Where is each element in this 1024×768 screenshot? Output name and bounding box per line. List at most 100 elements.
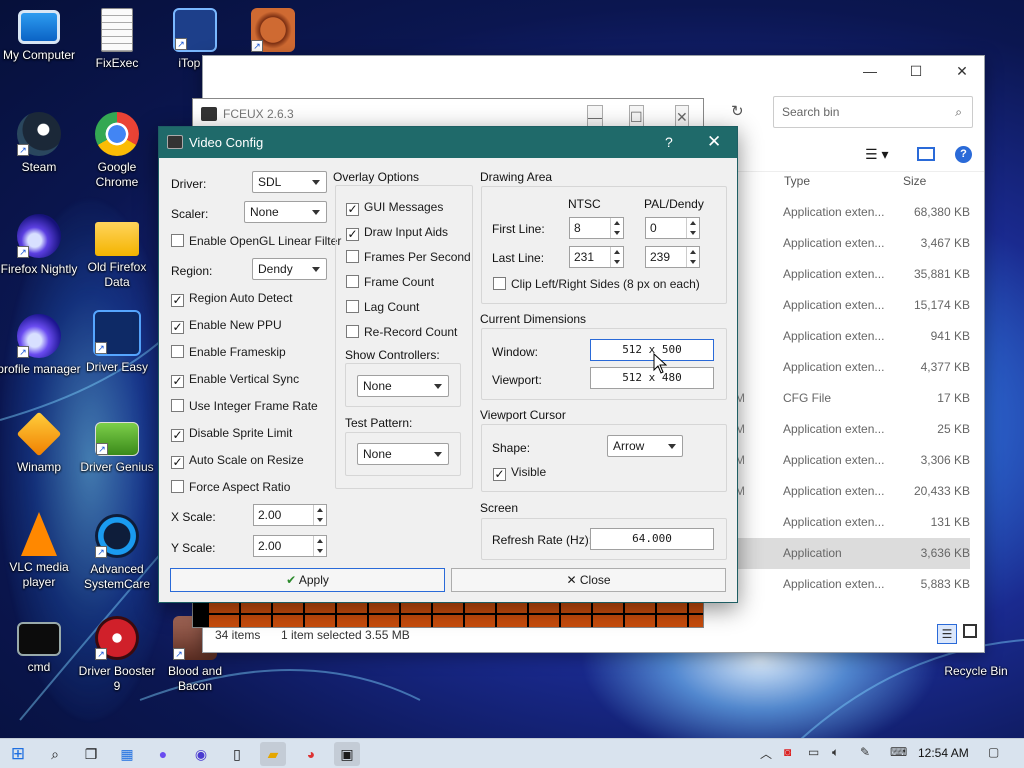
fceux-taskbar-icon[interactable]: ▣ — [334, 742, 360, 766]
spin-arrows-icon[interactable] — [610, 247, 623, 267]
xscale-spinbox[interactable]: 2.00 — [253, 504, 327, 526]
test-pattern-select[interactable]: None — [357, 443, 449, 465]
show-controllers-select[interactable]: None — [357, 375, 449, 397]
camera-off-icon[interactable]: ◙ — [784, 745, 791, 759]
close-button[interactable]: ✕ Close — [451, 568, 726, 592]
yscale-spinbox[interactable]: 2.00 — [253, 535, 327, 557]
desktop-icon-recycle-bin[interactable]: Recycle Bin — [934, 664, 1018, 679]
desktop-icon-chrome[interactable]: Google Chrome — [75, 112, 159, 190]
desktop-icon-cmd[interactable]: cmd — [0, 616, 81, 675]
desktop-icon-winamp[interactable]: Winamp — [0, 411, 81, 475]
desktop-icon-vlc[interactable]: VLC media player — [0, 512, 81, 590]
first-line-ntsc-spinbox[interactable]: 8 — [569, 217, 624, 239]
file-explorer-taskbar-icon[interactable]: ▰ — [260, 742, 286, 766]
search-input[interactable]: Search bin ⌕ — [773, 96, 973, 128]
table-row[interactable]: Application exten... 5,883 KB — [773, 569, 970, 600]
desktop-icon-old-firefox-data[interactable]: Old Firefox Data — [75, 214, 159, 290]
chrome-taskbar-icon[interactable]: ◕ — [298, 742, 324, 766]
scaler-select[interactable]: None — [244, 201, 327, 223]
keyboard-icon[interactable]: ⌨ — [890, 745, 907, 759]
spin-arrows-icon[interactable] — [313, 536, 326, 556]
task-view-icon[interactable]: ❐ — [78, 742, 104, 766]
option-checkbox[interactable]: Frames Per Second — [346, 250, 471, 264]
table-row[interactable]: M Application exten... 25 KB — [735, 414, 970, 445]
taskbar-clock[interactable]: 12:54 AM — [918, 746, 969, 760]
details-view-icon[interactable]: ☰ — [937, 624, 957, 644]
option-checkbox[interactable]: Use Integer Frame Rate — [171, 399, 318, 413]
volume-icon[interactable]: 🔈︎ — [832, 745, 839, 760]
table-row[interactable]: Application 3,636 KB — [737, 538, 970, 569]
table-row[interactable]: M Application exten... 20,433 KB — [735, 476, 970, 507]
table-row[interactable]: Application exten... 35,881 KB — [773, 259, 970, 290]
cursor-visible-checkbox[interactable]: ✓ Visible — [493, 465, 546, 481]
clip-sides-checkbox[interactable]: Clip Left/Right Sides (8 px on each) — [493, 277, 700, 291]
first-line-pal-spinbox[interactable]: 0 — [645, 217, 700, 239]
option-checkbox[interactable]: Force Aspect Ratio — [171, 480, 290, 494]
table-row[interactable]: Application exten... 3,467 KB — [773, 228, 970, 259]
option-checkbox[interactable]: ✓ Disable Sprite Limit — [171, 426, 292, 442]
option-checkbox[interactable]: Frame Count — [346, 275, 434, 289]
chat-icon[interactable]: ● — [150, 742, 176, 766]
driver-select[interactable]: SDL — [252, 171, 327, 193]
notification-icon[interactable]: ▢ — [988, 745, 999, 759]
network-icon[interactable]: ▭ — [808, 745, 819, 759]
viewport-size-field[interactable]: 512 x 480 — [590, 367, 714, 389]
document-taskbar-icon[interactable]: ▯ — [224, 742, 250, 766]
option-checkbox[interactable]: ✓ Enable Vertical Sync — [171, 372, 299, 388]
desktop-icon-fixexec[interactable]: FixExec — [75, 8, 159, 71]
last-line-ntsc-spinbox[interactable]: 231 — [569, 246, 624, 268]
table-row[interactable]: Application exten... 4,377 KB — [773, 352, 970, 383]
desktop-icon-driver-easy[interactable]: ↗ Driver Easy — [75, 310, 159, 375]
spin-arrows-icon[interactable] — [313, 505, 326, 525]
help-icon[interactable]: ? — [955, 146, 972, 163]
minimize-button[interactable]: — — [847, 56, 893, 86]
refresh-icon[interactable]: ↻ — [731, 102, 744, 120]
dialog-titlebar[interactable]: Video Config ? ✕ — [159, 127, 737, 158]
option-checkbox[interactable]: Lag Count — [346, 300, 419, 314]
desktop-icon-my-computer[interactable]: My Computer — [0, 8, 81, 63]
tiles-view-icon[interactable] — [963, 624, 977, 638]
option-checkbox[interactable]: Enable Frameskip — [171, 345, 286, 359]
desktop-icon-profile-manager[interactable]: ↗ profile manager — [0, 314, 81, 377]
table-row[interactable]: M Application exten... 3,306 KB — [735, 445, 970, 476]
close-button[interactable]: ✕ — [939, 56, 985, 86]
option-checkbox[interactable]: Re-Record Count — [346, 325, 457, 339]
option-checkbox[interactable]: ✓ GUI Messages — [346, 200, 443, 216]
column-header-size[interactable]: Size — [903, 174, 926, 188]
details-pane-icon[interactable] — [917, 147, 935, 161]
start-windows-icon[interactable]: ⊞ — [5, 742, 31, 766]
column-header-type[interactable]: Type — [784, 174, 810, 188]
cursor-shape-select[interactable]: Arrow — [607, 435, 683, 457]
desktop-icon-steam[interactable]: ↗ Steam — [0, 112, 81, 175]
fceux-titlebar[interactable]: FCEUX 2.6.3 — ☐ ✕ — [193, 99, 703, 129]
chevron-up-icon[interactable]: ︿ — [760, 745, 772, 762]
option-checkbox[interactable]: ✓ Draw Input Aids — [346, 225, 448, 241]
close-icon[interactable]: ✕ — [707, 132, 721, 152]
help-button[interactable]: ? — [665, 134, 673, 150]
table-row[interactable]: M CFG File 17 KB — [735, 383, 970, 414]
option-checkbox[interactable]: ✓ Enable New PPU — [171, 318, 282, 334]
opengl-linear-checkbox[interactable]: Enable OpenGL Linear Filter — [171, 234, 341, 248]
spin-arrows-icon[interactable] — [686, 218, 699, 238]
table-row[interactable]: Application exten... 941 KB — [773, 321, 970, 352]
region-select[interactable]: Dendy — [252, 258, 327, 280]
desktop-icon-firefox-nightly[interactable]: ↗ Firefox Nightly — [0, 214, 81, 277]
pen-icon[interactable]: ✎ — [860, 745, 870, 759]
search-icon[interactable]: ⌕ — [42, 742, 68, 766]
option-checkbox[interactable]: ✓ Region Auto Detect — [171, 291, 292, 307]
last-line-pal-spinbox[interactable]: 239 — [645, 246, 700, 268]
table-row[interactable]: Application exten... 131 KB — [773, 507, 970, 538]
apply-button[interactable]: ✔ Apply — [170, 568, 445, 592]
table-row[interactable]: Application exten... 68,380 KB — [773, 197, 970, 228]
widgets-icon[interactable]: ▦ — [114, 742, 140, 766]
window-size-field[interactable]: 512 x 500 — [590, 339, 714, 361]
desktop-icon-tf2[interactable]: ↗ — [231, 8, 315, 56]
firefox-nightly-taskbar-icon[interactable]: ◉ — [188, 742, 214, 766]
table-row[interactable]: Application exten... 15,174 KB — [773, 290, 970, 321]
desktop-icon-advanced-systemcare[interactable]: ↗ Advanced SystemCare — [75, 514, 159, 592]
refresh-rate-field[interactable]: 64.000 — [590, 528, 714, 550]
spin-arrows-icon[interactable] — [610, 218, 623, 238]
view-options-icon[interactable]: ☰ ▾ — [865, 146, 888, 163]
maximize-button[interactable]: ☐ — [893, 56, 939, 86]
spin-arrows-icon[interactable] — [686, 247, 699, 267]
